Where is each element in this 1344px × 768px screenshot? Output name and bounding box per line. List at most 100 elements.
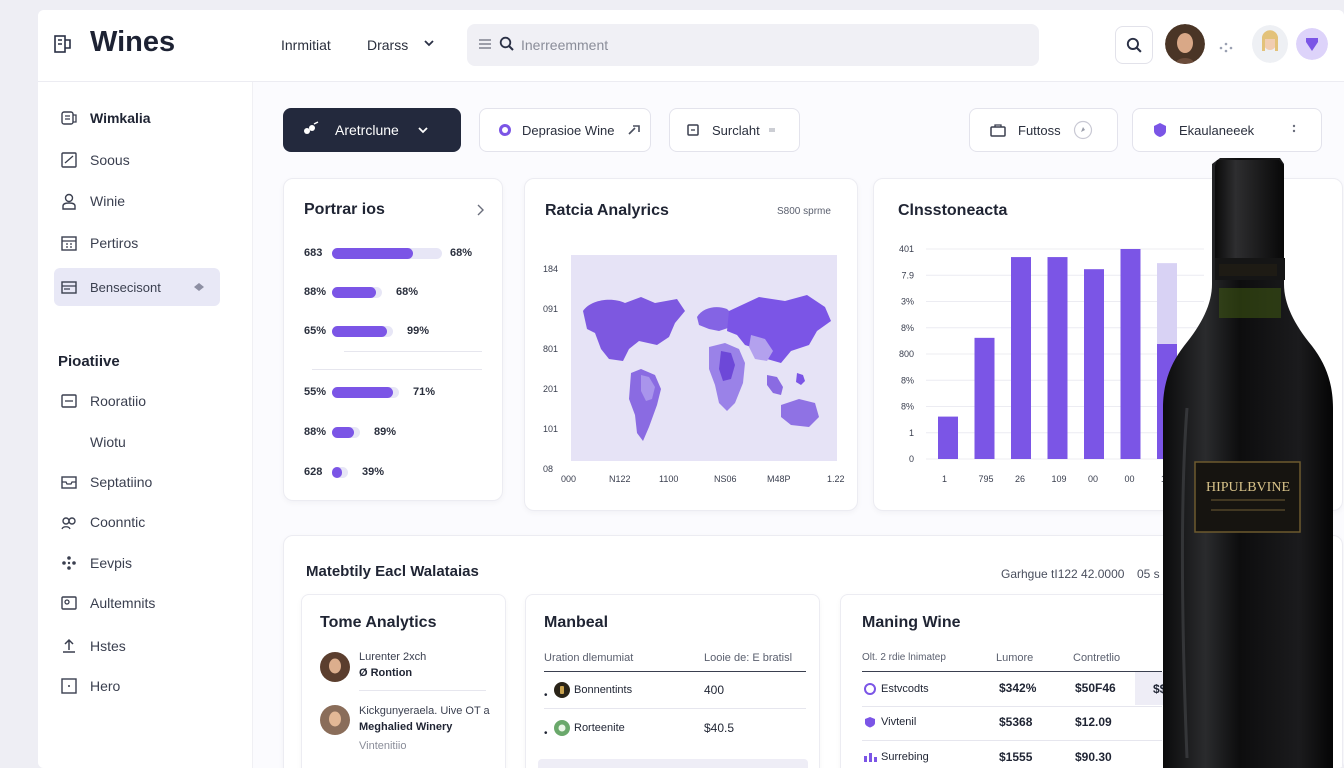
progress-percent: 68% (396, 286, 419, 298)
y-tick-label: 7.9 (901, 270, 914, 280)
progress-percent: 39% (362, 466, 385, 478)
inbox-icon (61, 476, 77, 489)
chevron-right-icon[interactable] (476, 203, 486, 217)
sidebar-item-coonntic[interactable]: Coonntic (54, 505, 220, 539)
portfolio-title: Portrar ios (304, 201, 385, 218)
sidebar-item-eevpis[interactable]: Eevpis (54, 546, 220, 580)
filter-label: Surclaht (712, 122, 760, 138)
footer-bar (538, 759, 808, 768)
filter-deprasioe-wine[interactable]: Deprasioe Wine (479, 108, 651, 152)
sidebar-item-hero[interactable]: Hero (54, 669, 220, 703)
maning-wine-card: Maning Wine Olt. 2 rdie lnimatep Lumore … (840, 594, 1181, 768)
progress-row: 55% 71% (304, 384, 484, 402)
map-x-label: NS06 (714, 474, 737, 484)
sidebar-item-aultemnits[interactable]: Aultemnits (54, 586, 220, 620)
sidebar-item-winie[interactable]: Winie (54, 184, 220, 218)
map-y-label: 801 (543, 344, 559, 354)
category-dropdown[interactable]: Aretrclune (283, 108, 461, 152)
filter-surclaht[interactable]: Surclaht (669, 108, 800, 152)
avatar[interactable] (1165, 24, 1205, 64)
dots-grid-icon (62, 556, 76, 570)
calendar-icon (61, 236, 77, 251)
row-value: $12.09 (1075, 715, 1112, 729)
chevron-down-icon (418, 127, 428, 134)
square-icon (61, 678, 77, 694)
filter-ekaulaneeek[interactable]: Ekaulaneeek (1132, 108, 1322, 152)
sidebar-item-soous[interactable]: Soous (54, 143, 220, 177)
avatar[interactable] (1252, 25, 1288, 63)
wine-logo-icon (54, 35, 71, 53)
bar[interactable] (1084, 269, 1104, 459)
progress-row: 88% 89% (304, 424, 484, 442)
checkbox-icon (61, 152, 77, 168)
tome-item-name: Ø Rontion (359, 667, 413, 679)
bar[interactable] (974, 337, 995, 459)
analytics-card: Ratcia Analyrics S800 sprme 184 091 801 201… (524, 178, 858, 511)
wine-bottle-image: HIPULBVINE (1163, 158, 1333, 768)
divider (359, 690, 486, 691)
shield-icon (865, 717, 875, 728)
row-value: $50F46 (1075, 681, 1116, 695)
progress-row: 683 68% (304, 245, 484, 263)
chevron-down-icon[interactable] (422, 36, 436, 50)
briefcase-icon (990, 124, 1006, 137)
search-button[interactable] (1115, 26, 1153, 64)
bullet: • (544, 690, 548, 701)
filter-futtoss[interactable]: Futtoss (969, 108, 1118, 152)
app-window: Wines Inrmitiat Drarss Inerreemment Wimk… (38, 10, 1344, 768)
sidebar-item-rooratiio[interactable]: Rooratiio (54, 384, 220, 418)
filter-label: Futtoss (1018, 122, 1061, 138)
map-y-label: 08 (543, 464, 554, 474)
tome-item-line: Kickgunyeraela. Uive OT a (359, 705, 490, 717)
bar[interactable] (1011, 257, 1031, 459)
sidebar-item-label: Coonntic (90, 514, 146, 530)
filter-label: Deprasioe Wine (522, 122, 615, 138)
menu-icon (479, 39, 491, 49)
sidebar-item-hstes[interactable]: Hstes (54, 629, 220, 663)
sidebar-item-pertiros[interactable]: Pertiros (54, 226, 220, 260)
search-bar[interactable]: Inerreemment (467, 24, 1039, 66)
progress-row: 65% 99% (304, 323, 484, 341)
progress-label: 55% (304, 386, 327, 398)
divider (344, 351, 482, 352)
top-bar: Wines Inrmitiat Drarss Inerreemment (38, 10, 1344, 82)
table-header: Olt. 2 rdie lnimatep (862, 652, 946, 663)
sidebar-item-label: Hstes (90, 638, 126, 654)
bottom-meta: Garhgue tI122 42.0000 (1001, 567, 1125, 581)
map-y-label: 101 (543, 424, 559, 434)
avatar[interactable] (320, 652, 350, 682)
app-title: Wines (90, 26, 176, 58)
nav-link-1[interactable]: Inrmitiat (281, 37, 331, 53)
bar[interactable] (1120, 249, 1141, 459)
bar[interactable] (938, 416, 958, 459)
note-icon (687, 124, 699, 136)
circle-icon (864, 683, 876, 695)
category-dropdown-label: Aretrclune (335, 122, 399, 138)
world-map[interactable] (571, 255, 837, 461)
progress-percent: 89% (374, 426, 397, 438)
progress-label: 65% (304, 325, 327, 337)
sidebar-item-bensecisont[interactable]: Bensecisont (54, 268, 220, 306)
bar[interactable] (1047, 257, 1068, 459)
progress-fill (332, 467, 342, 478)
sidebar-item-label: Eevpis (90, 555, 133, 571)
avatar[interactable] (320, 705, 350, 735)
sidebar-item-septatiino[interactable]: Septatiino (54, 465, 220, 499)
y-tick-label: 401 (899, 244, 914, 254)
bottom-meta-2: 05 s (1137, 567, 1160, 581)
progress-label: 88% (304, 286, 327, 298)
more-icon[interactable] (1292, 124, 1296, 136)
search-input[interactable]: Inerreemment (521, 37, 608, 53)
nav-link-2[interactable]: Drarss (367, 37, 408, 53)
profile-icon[interactable] (1296, 28, 1328, 60)
tome-title: Tome Analytics (320, 614, 437, 631)
map-y-label: 201 (543, 384, 559, 394)
map-x-label: M48P (767, 474, 791, 484)
row-name: Rorteenite (574, 722, 625, 734)
y-tick-label: 1 (909, 428, 914, 438)
wine-circle-icon (499, 124, 511, 136)
sidebar-item-wiotu[interactable]: Wiotu (54, 425, 220, 459)
y-tick-label: 800 (899, 349, 914, 359)
map-x-label: 1.22 (827, 474, 845, 484)
sidebar-item-wimkalia[interactable]: Wimkalia (54, 101, 220, 135)
